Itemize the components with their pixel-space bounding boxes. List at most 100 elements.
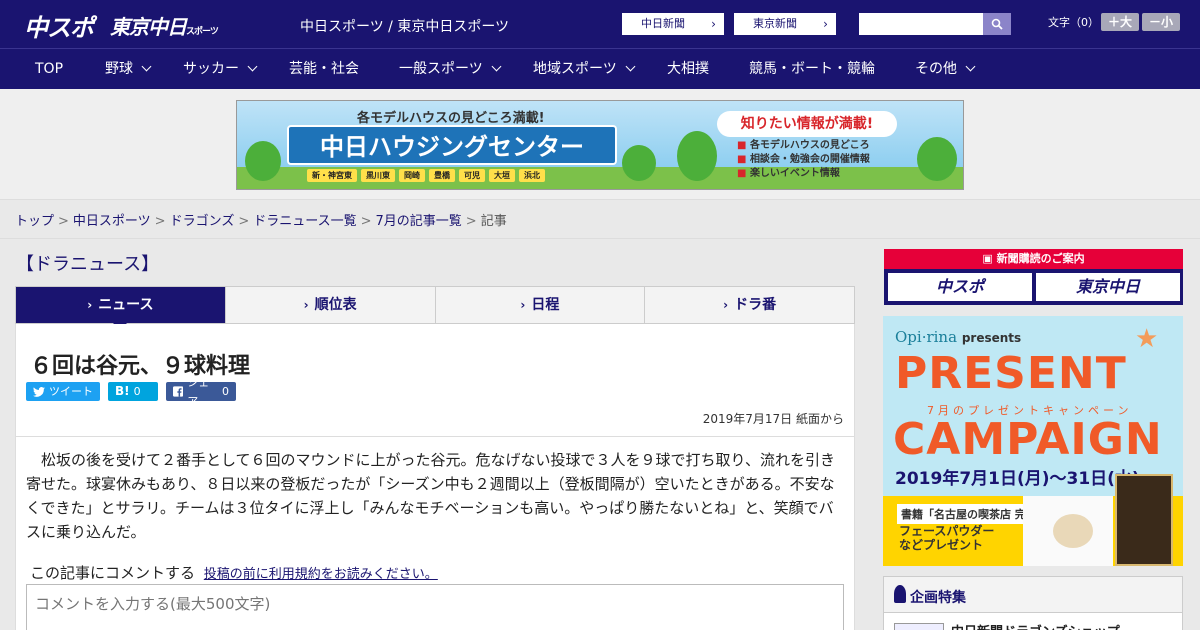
section-title: 【ドラニュース】 (16, 254, 160, 275)
main-nav: TOP 野球 サッカー 芸能・社会 一般スポーツ 地域スポーツ 大相撲 競馬・ボ… (0, 48, 1200, 89)
chevron-right-icon: › (815, 14, 835, 34)
breadcrumb-link[interactable]: ドラニュース一覧 (253, 214, 356, 229)
nav-item-sumo[interactable]: 大相撲 (667, 49, 709, 89)
twitter-bird-icon (33, 386, 45, 397)
feature-box: 企画特集 中日新聞ドラゴンズショップ (883, 576, 1183, 630)
tab-label: ドラ番 (734, 297, 777, 313)
nav-item-other[interactable]: その他 (915, 49, 976, 89)
banner-list-item: 各モデルハウスの見どころ (737, 139, 870, 153)
banner-list: 各モデルハウスの見どころ 相談会・勉強会の開催情報 楽しいイベント情報 (737, 139, 870, 181)
tab-dora-ban[interactable]: › ドラ番 (645, 287, 854, 323)
tokyo-chunichi-logo[interactable]: 東京中日スポーツ (110, 11, 219, 40)
subscribe-chuspo[interactable]: 中スポ (888, 273, 1032, 301)
search-button[interactable] (983, 13, 1011, 35)
banner-towns: 新・神宮東 黒川東 岡崎 豊橋 可児 大垣 浜北 (307, 169, 545, 182)
font-size-label: 文字（0） (1048, 16, 1099, 29)
chuspo-logo[interactable]: 中スポ (24, 8, 94, 43)
chevron-down-icon (625, 61, 636, 72)
nav-label: 芸能・社会 (289, 61, 359, 77)
nav-item-local-sports[interactable]: 地域スポーツ (533, 49, 636, 89)
present-title-1: PRESENT (895, 348, 1127, 399)
nav-label: 競馬・ボート・競輪 (749, 61, 875, 77)
banner-top-text: 各モデルハウスの見どころ満載! (357, 111, 545, 126)
chevron-down-icon (247, 61, 258, 72)
article-body: 松坂の後を受けて２番手として６回のマウンドに上がった谷元。危なげない投球で３人を… (26, 451, 835, 541)
present-title-2: CAMPAIGN (893, 414, 1163, 465)
breadcrumb-link[interactable]: ドラゴンズ (170, 214, 235, 229)
hatena-bookmark-button[interactable]: B! 0 (108, 382, 158, 401)
tweet-button[interactable]: ツイート (26, 382, 100, 401)
chunichi-shimbun-link[interactable]: 中日新聞 › (622, 13, 724, 35)
tokyo-shimbun-link[interactable]: 東京新聞 › (734, 13, 836, 35)
article: ６回は谷元、９球料理 ツイート B! 0 シェア 0 2019年7月17日 紙面… (15, 324, 855, 630)
comment-terms-link[interactable]: 投稿の前に利用規約をお読みください。 (204, 567, 438, 582)
town-tag: 豊橋 (429, 169, 455, 182)
comment-label: この記事にコメントする (30, 564, 196, 582)
presents-text: presents (961, 331, 1022, 345)
banner-main-text: 中日ハウジングセンター (287, 125, 617, 165)
tab-schedule[interactable]: › 日程 (436, 287, 646, 323)
nav-item-baseball[interactable]: 野球 (105, 49, 152, 89)
nav-item-top[interactable]: TOP (35, 49, 63, 89)
brand-name: Opi·rina (895, 328, 958, 346)
town-tag: 黒川東 (361, 169, 395, 182)
tab-label: 日程 (531, 297, 560, 313)
chevron-right-icon: › (703, 14, 723, 34)
chevron-right-icon: › (303, 298, 309, 312)
site-name: 中日スポーツ / 東京中日スポーツ (300, 19, 510, 35)
town-tag: 大垣 (489, 169, 515, 182)
housing-center-ad[interactable]: 各モデルハウスの見どころ満載! 中日ハウジングセンター 知りたい情報が満載! 各… (236, 100, 964, 190)
breadcrumb-link[interactable]: トップ (15, 214, 54, 229)
font-size-down-button[interactable]: －小 (1142, 13, 1180, 31)
breadcrumb-separator: > (360, 214, 372, 229)
hatena-count: 0 (133, 385, 141, 398)
banner-list-item: 楽しいイベント情報 (737, 167, 870, 181)
font-size-up-button[interactable]: ＋大 (1101, 13, 1139, 31)
nav-label: 野球 (105, 61, 133, 77)
nav-item-soccer[interactable]: サッカー (183, 49, 258, 89)
tree-decoration (622, 145, 656, 181)
nav-label: その他 (915, 61, 957, 77)
chevron-right-icon: › (87, 298, 93, 312)
present-prize-area: 書籍「名古屋の喫茶店 完全版」 フェースパウダー などプレゼント (883, 474, 1183, 566)
starfish-icon: ★ (1135, 324, 1159, 354)
present-campaign-ad[interactable]: ★ Opi·rina presents PRESENT 7月のプレゼントキャンペ… (883, 316, 1183, 566)
feature-thumbnail[interactable] (894, 623, 944, 630)
nav-label: TOP (35, 61, 64, 77)
breadcrumb-current: 記事 (480, 214, 507, 229)
chunichi-shimbun-label: 中日新聞 (641, 17, 685, 30)
banner-list-item: 相談会・勉強会の開催情報 (737, 153, 870, 167)
breadcrumb-separator: > (154, 214, 166, 229)
banner-area: 各モデルハウスの見どころ満載! 中日ハウジングセンター 知りたい情報が満載! 各… (0, 89, 1200, 200)
nav-item-general-sports[interactable]: 一般スポーツ (399, 49, 502, 89)
subscription-ad[interactable]: ▣ 新聞購読のご案内 中スポ 東京中日 (884, 249, 1183, 305)
tokyo-logo-small: スポーツ (186, 27, 219, 37)
share-label: シェア (187, 375, 210, 408)
article-dateline: 2019年7月17日 紙面から (702, 412, 844, 426)
tweet-label: ツイート (49, 385, 93, 398)
breadcrumb-link[interactable]: 7月の記事一覧 (376, 214, 462, 229)
tab-label: ニュース (98, 297, 154, 313)
chevron-down-icon (965, 61, 976, 72)
breadcrumb-link[interactable]: 中日スポーツ (73, 214, 151, 229)
feature-item-link[interactable]: 中日新聞ドラゴンズショップ (951, 621, 1120, 630)
town-tag: 新・神宮東 (307, 169, 357, 182)
facebook-share-button[interactable]: シェア 0 (166, 376, 236, 408)
subscribe-tokyo-chunichi[interactable]: 東京中日 (1036, 273, 1180, 301)
search-input[interactable] (859, 13, 983, 35)
newspaper-icon: ▣ (982, 252, 997, 265)
search-icon (991, 18, 1003, 30)
facebook-icon (173, 386, 184, 397)
tab-standings[interactable]: › 順位表 (226, 287, 436, 323)
town-tag: 浜北 (519, 169, 545, 182)
tab-news[interactable]: › ニュース (16, 287, 226, 330)
nav-item-entertainment[interactable]: 芸能・社会 (289, 49, 359, 89)
present-brand: Opi·rina presents (895, 328, 1021, 346)
subscription-title: 新聞購読のご案内 (996, 252, 1085, 265)
nav-item-racing[interactable]: 競馬・ボート・競輪 (749, 49, 875, 89)
feature-title: 企画特集 (910, 590, 966, 606)
breadcrumb: トップ > 中日スポーツ > ドラゴンズ > ドラニュース一覧 >7月の記事一覧 > 記事 (15, 210, 507, 229)
gift-name: フェースパウダー (899, 524, 995, 538)
banner-right-text: 知りたい情報が満載! (717, 111, 897, 137)
comment-input[interactable] (26, 584, 844, 630)
